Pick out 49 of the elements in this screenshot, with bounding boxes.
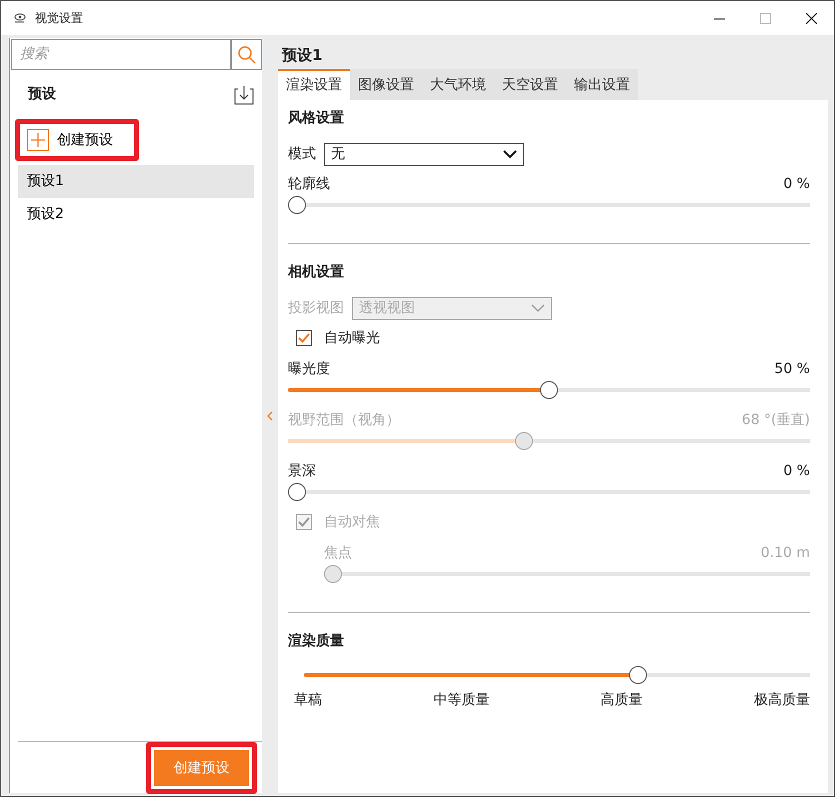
chevron-down-icon xyxy=(531,304,545,312)
slider-value: 68 °(垂直) xyxy=(742,410,810,430)
chevron-down-icon xyxy=(503,150,517,158)
panel-title: 预设1 xyxy=(280,45,324,66)
slider-value: 0 % xyxy=(783,174,810,194)
download-icon xyxy=(234,84,254,104)
slider-thumb[interactable] xyxy=(540,380,558,398)
slider-label: 轮廓线 xyxy=(288,174,330,194)
tab[interactable]: 渲染设置 xyxy=(278,68,350,100)
search-button[interactable] xyxy=(231,39,262,70)
dropdown: 透视视图 xyxy=(352,296,552,320)
quality-label: 高质量 xyxy=(600,690,643,710)
slider-thumb[interactable] xyxy=(288,482,306,500)
search-field[interactable]: 搜索 xyxy=(11,39,231,70)
slider-label: 景深 xyxy=(288,462,316,480)
preset-item[interactable]: 预设1 xyxy=(18,165,254,198)
plus-icon xyxy=(27,129,49,151)
collapse-icon[interactable] xyxy=(267,410,273,420)
slider-value: 50 % xyxy=(774,360,810,378)
close-icon xyxy=(806,12,816,24)
section-heading: 预设 xyxy=(28,85,56,104)
tab[interactable]: 天空设置 xyxy=(494,68,566,100)
slider-value: 0 % xyxy=(783,462,810,480)
quality-label: 中等质量 xyxy=(433,690,490,710)
slider-label: 曝光度 xyxy=(288,360,330,378)
slider-value: 0.10 m xyxy=(760,544,810,562)
eye-icon xyxy=(13,12,27,24)
tab[interactable]: 大气环境 xyxy=(422,68,494,100)
quality-label: 极高质量 xyxy=(754,690,810,710)
tab[interactable]: 图像设置 xyxy=(350,68,422,100)
checkbox-label: 自动曝光 xyxy=(324,328,380,348)
slider-thumb[interactable] xyxy=(288,196,306,214)
checkbox-label: 自动对焦 xyxy=(324,512,380,532)
search-icon xyxy=(236,44,256,64)
slider-label: 焦点 xyxy=(324,544,352,562)
window-title: 视觉设置 xyxy=(35,10,83,27)
field-label: 投影视图 xyxy=(288,298,344,318)
import-button[interactable] xyxy=(234,84,254,104)
section-title: 相机设置 xyxy=(288,262,345,282)
section-title: 风格设置 xyxy=(288,108,345,128)
quality-label: 草稿 xyxy=(294,690,322,710)
dropdown[interactable]: 无 xyxy=(324,142,524,166)
tab[interactable]: 输出设置 xyxy=(566,68,638,100)
slider-thumb[interactable] xyxy=(629,666,648,684)
slider-label: 视野范围（视角） xyxy=(288,410,400,430)
maximize-icon xyxy=(760,12,770,24)
field-label: 模式 xyxy=(288,144,316,164)
section-title: 渲染质量 xyxy=(288,632,345,650)
checkbox[interactable] xyxy=(296,330,312,346)
